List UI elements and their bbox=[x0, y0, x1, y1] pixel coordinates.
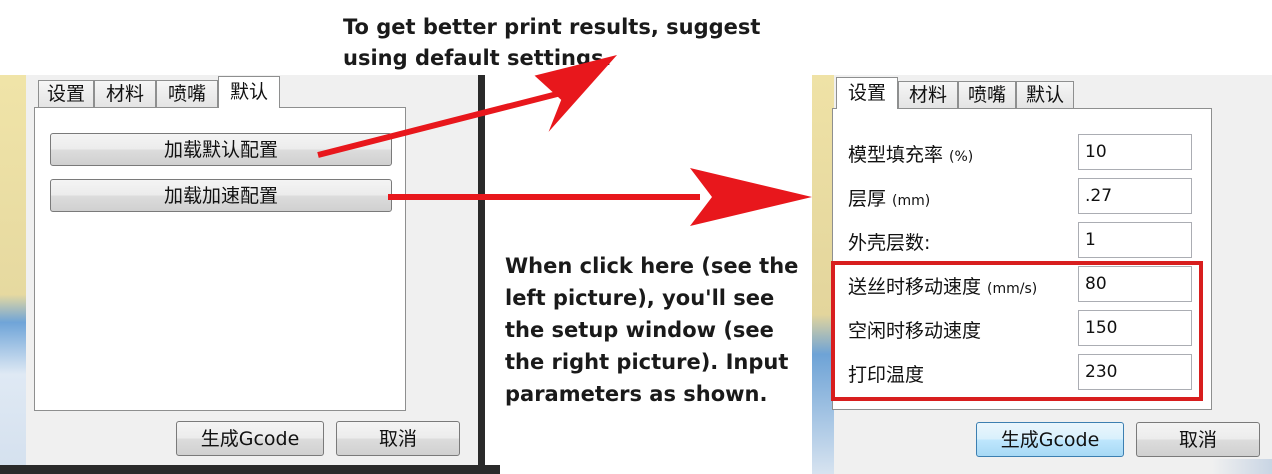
highlight-box bbox=[831, 261, 1203, 401]
annotation-arrows bbox=[317, 55, 1203, 401]
arrow-to-tip bbox=[317, 55, 618, 158]
arrow-to-right-dialog bbox=[388, 168, 812, 226]
